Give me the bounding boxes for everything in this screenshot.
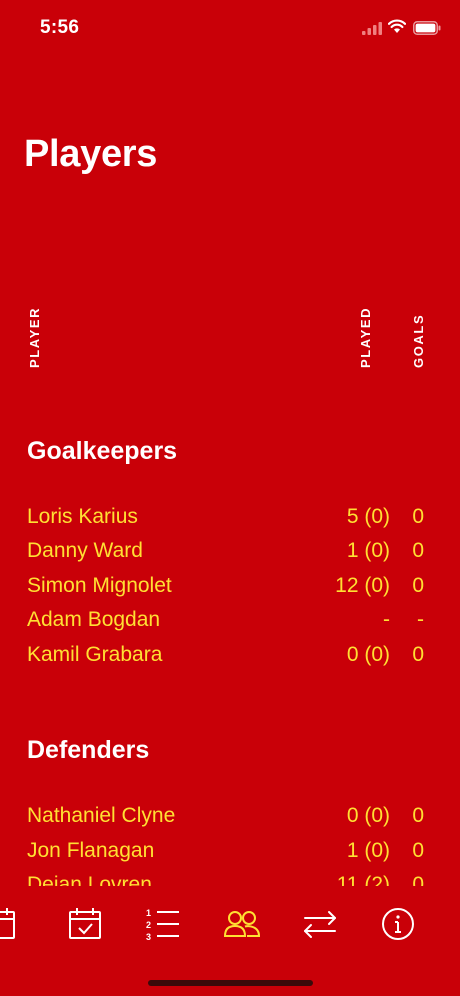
player-goals: 0 <box>412 839 424 862</box>
player-name: Nathaniel Clyne <box>27 804 176 827</box>
tab-players[interactable] <box>222 904 262 944</box>
player-row[interactable]: Nathaniel Clyne 0 (0) 0 <box>0 804 460 838</box>
player-row[interactable]: Kamil Grabara 0 (0) 0 <box>0 643 460 677</box>
player-played: 0 (0) <box>346 804 390 827</box>
status-time: 5:56 <box>40 17 80 38</box>
transfers-icon <box>304 911 336 938</box>
player-row[interactable]: Danny Ward 1 (0) 0 <box>0 539 460 573</box>
player-row[interactable]: Dejan Lovren 11 (2) 0 <box>0 873 460 886</box>
battery-icon <box>413 21 441 35</box>
player-played: 5 (0) <box>346 505 390 528</box>
player-played: 12 (0) <box>335 574 390 597</box>
players-screen: 5:56 Players PLAYER PLAYED GOALS Goalkee… <box>0 0 460 996</box>
player-goals: 0 <box>412 505 424 528</box>
player-name: Simon Mignolet <box>27 574 172 597</box>
player-played: 1 (0) <box>346 839 390 862</box>
player-row[interactable]: Jon Flanagan 1 (0) 0 <box>0 839 460 873</box>
status-bar: 5:56 <box>0 0 460 56</box>
players-icon <box>223 911 261 937</box>
calendar-icon <box>0 908 15 939</box>
page-title: Players <box>24 133 158 175</box>
player-row[interactable]: Adam Bogdan - - <box>0 608 460 642</box>
column-header-player: PLAYER <box>27 306 42 368</box>
svg-text:1: 1 <box>146 908 151 918</box>
signal-icon <box>362 22 382 35</box>
player-played: 1 (0) <box>346 539 390 562</box>
player-name: Kamil Grabara <box>27 643 163 666</box>
tab-calendar[interactable] <box>0 904 20 944</box>
player-name: Dejan Lovren <box>27 873 152 886</box>
ranked-list-icon: 1 2 3 <box>146 908 179 942</box>
player-goals: 0 <box>412 643 424 666</box>
wifi-icon <box>388 19 406 33</box>
player-row[interactable]: Loris Karius 5 (0) 0 <box>0 505 460 539</box>
player-name: Loris Karius <box>27 505 138 528</box>
player-name: Jon Flanagan <box>27 839 155 862</box>
info-icon <box>382 908 414 940</box>
tab-info[interactable] <box>378 904 418 944</box>
home-indicator <box>148 980 313 986</box>
player-goals: 0 <box>412 539 424 562</box>
tab-transfers[interactable] <box>300 904 340 944</box>
section-heading-goalkeepers: Goalkeepers <box>27 437 178 465</box>
player-goals: - <box>417 608 424 631</box>
tab-fixtures[interactable] <box>65 904 105 944</box>
player-goals: 0 <box>412 574 424 597</box>
player-goals: 0 <box>412 873 424 886</box>
player-name: Danny Ward <box>27 539 143 562</box>
column-header-played: PLAYED <box>358 306 373 368</box>
section-heading-defenders: Defenders <box>27 736 150 764</box>
calendar-check-icon <box>69 908 101 939</box>
players-list[interactable]: Goalkeepers Loris Karius 5 (0) 0 Danny W… <box>0 400 460 886</box>
player-row[interactable]: Simon Mignolet 12 (0) 0 <box>0 574 460 608</box>
player-goals: 0 <box>412 804 424 827</box>
svg-text:2: 2 <box>146 920 151 930</box>
player-played: 0 (0) <box>346 643 390 666</box>
tab-table[interactable]: 1 2 3 <box>142 904 182 944</box>
player-played: 11 (2) <box>336 873 390 886</box>
svg-text:3: 3 <box>146 932 151 942</box>
column-header-goals: GOALS <box>411 313 426 368</box>
player-name: Adam Bogdan <box>27 608 161 631</box>
tab-bar: 1 2 3 <box>0 886 460 966</box>
player-played: - <box>383 608 390 631</box>
